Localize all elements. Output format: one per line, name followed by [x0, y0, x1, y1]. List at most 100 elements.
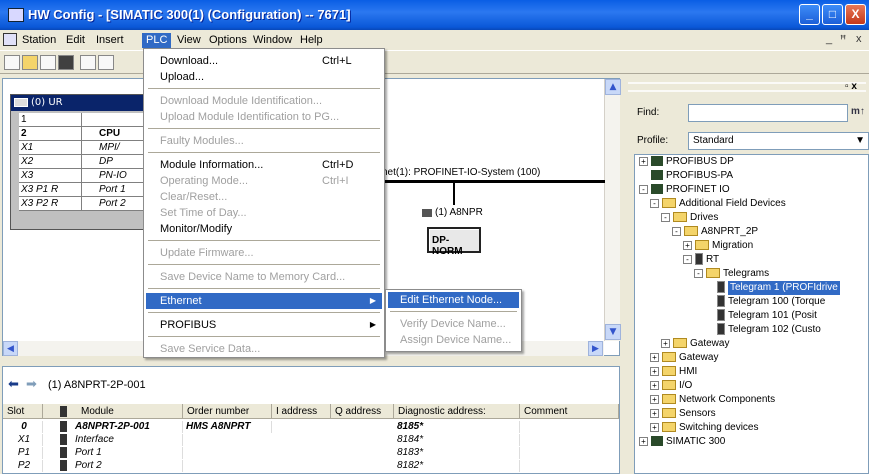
ethernet-submenu-item[interactable]: Edit Ethernet Node... — [388, 292, 519, 308]
scroll-down-button[interactable]: ▼ — [605, 324, 621, 340]
row-slot[interactable]: P1 — [3, 447, 43, 459]
catalog-close-button[interactable]: ▫ x — [845, 81, 857, 92]
find-next-icon[interactable]: m↑ — [851, 106, 865, 117]
tree-node[interactable]: - Telegrams — [639, 267, 868, 281]
catalog-grip[interactable] — [628, 82, 866, 92]
menu-station[interactable]: Station — [18, 33, 60, 48]
ethernet-submenu-item[interactable]: Verify Device Name... — [388, 316, 519, 332]
plc-menu-item[interactable]: Module Information... Ctrl+D — [146, 157, 382, 173]
row-module[interactable]: A8NPRT-2P-001 — [72, 421, 183, 433]
plc-menu-item[interactable]: Upload... — [146, 69, 382, 85]
row-diagnostic-address[interactable]: 8182* — [394, 460, 520, 472]
find-input[interactable] — [688, 104, 848, 122]
row-slot[interactable]: P2 — [3, 460, 43, 472]
plc-menu-item[interactable]: Operating Mode... Ctrl+I — [146, 173, 382, 189]
row-diagnostic-address[interactable]: 8183* — [394, 447, 520, 459]
collapse-icon[interactable]: - — [672, 226, 681, 236]
row-module[interactable]: Port 2 — [72, 460, 183, 472]
tree-node[interactable]: - Additional Field Devices — [639, 197, 868, 211]
rack[interactable]: (0) UR 1 2 CPU X1 MPI/ X2 DP X3 PN-IO X3 P1 … — [10, 94, 160, 230]
tree-node[interactable]: + PROFIBUS DP — [639, 155, 868, 169]
tree-node[interactable]: + Gateway — [639, 337, 868, 351]
col-i-address[interactable]: I address — [272, 404, 331, 419]
tree-node[interactable]: + Migration — [639, 239, 868, 253]
save-compile-icon[interactable] — [80, 55, 96, 70]
collapse-icon[interactable]: - — [694, 268, 703, 278]
row-slot[interactable]: 0 — [3, 421, 43, 433]
tree-node[interactable]: Telegram 100 (Torque — [639, 295, 868, 309]
tree-node[interactable]: - RT — [639, 253, 868, 267]
expand-icon[interactable]: + — [650, 380, 659, 390]
tree-node[interactable]: - A8NPRT_2P — [639, 225, 868, 239]
expand-icon[interactable]: + — [683, 240, 692, 250]
scroll-right-button[interactable]: ▶ — [588, 341, 603, 356]
expand-icon[interactable]: + — [639, 436, 648, 446]
minimize-button[interactable]: _ — [799, 4, 820, 25]
tree-node[interactable]: PROFIBUS-PA — [639, 169, 868, 183]
rack-slot-row[interactable]: X3 P1 R Port 1 — [19, 183, 159, 197]
mdi-restore-button[interactable]: ꟸ — [840, 33, 846, 46]
station-vertical-scrollbar[interactable]: ▲ ▼ — [604, 79, 621, 341]
row-order-number[interactable]: HMS A8NPRT — [183, 421, 272, 433]
col-comment[interactable]: Comment — [520, 404, 619, 419]
profinet-bus-line[interactable] — [380, 180, 605, 183]
collapse-icon[interactable]: - — [661, 212, 670, 222]
mdi-close-button[interactable]: x — [856, 33, 862, 45]
menu-insert[interactable]: Insert — [92, 33, 128, 48]
row-diagnostic-address[interactable]: 8184* — [394, 434, 520, 446]
plc-menu-item[interactable]: Set Time of Day... — [146, 205, 382, 221]
save-icon[interactable] — [58, 55, 74, 70]
plc-menu-item[interactable]: Update Firmware... — [146, 245, 382, 261]
new-icon[interactable] — [4, 55, 20, 70]
menu-view[interactable]: View — [173, 33, 205, 48]
plc-menu-item[interactable]: Upload Module Identification to PG... — [146, 109, 382, 125]
collapse-icon[interactable]: - — [639, 184, 648, 194]
tree-node[interactable]: Telegram 102 (Custo — [639, 323, 868, 337]
plc-menu-item[interactable]: Save Device Name to Memory Card... — [146, 269, 382, 285]
print-icon[interactable] — [98, 55, 114, 70]
document-icon[interactable] — [3, 33, 17, 46]
col-slot[interactable]: Slot — [3, 404, 43, 419]
maximize-button[interactable]: □ — [822, 4, 843, 25]
menu-window[interactable]: Window — [249, 33, 296, 48]
tree-node[interactable]: + SIMATIC 300 — [639, 435, 868, 449]
rack-slot-row[interactable]: X3 P2 R Port 2 — [19, 197, 159, 211]
close-button[interactable]: X — [845, 4, 866, 25]
row-module[interactable]: Interface — [72, 434, 183, 446]
collapse-icon[interactable]: - — [650, 198, 659, 208]
open-icon[interactable] — [22, 55, 38, 70]
tree-node[interactable]: + I/O — [639, 379, 868, 393]
back-arrow-icon[interactable]: ⬅ — [8, 378, 24, 391]
expand-icon[interactable]: + — [650, 408, 659, 418]
expand-icon[interactable]: + — [650, 366, 659, 376]
expand-icon[interactable]: + — [650, 394, 659, 404]
menu-edit[interactable]: Edit — [62, 33, 89, 48]
tree-node[interactable]: - PROFINET IO — [639, 183, 868, 197]
plc-menu-item[interactable]: Faulty Modules... — [146, 133, 382, 149]
row-slot[interactable]: X1 — [3, 434, 43, 446]
col-diagnostic-address[interactable]: Diagnostic address: — [394, 404, 520, 419]
expand-icon[interactable]: + — [650, 422, 659, 432]
expand-icon[interactable]: + — [650, 352, 659, 362]
menu-plc[interactable]: PLC — [142, 33, 172, 48]
rack-slot-row[interactable]: 1 — [19, 113, 159, 127]
plc-menu-item[interactable]: Ethernet ▶ — [146, 293, 382, 309]
tree-node[interactable]: - Drives — [639, 211, 868, 225]
plc-menu-item[interactable]: Download... Ctrl+L — [146, 53, 382, 69]
plc-menu-item[interactable]: Monitor/Modify — [146, 221, 382, 237]
profinet-system-label[interactable]: net(1): PROFINET-IO-System (100) — [382, 167, 540, 178]
mdi-minimize-button[interactable]: _ — [826, 33, 832, 45]
tree-node[interactable]: + HMI — [639, 365, 868, 379]
tree-node[interactable]: + Sensors — [639, 407, 868, 421]
menu-options[interactable]: Options — [205, 33, 251, 48]
device-label[interactable]: (1) A8NPR — [435, 207, 483, 218]
rack-slot-row[interactable]: 2 CPU — [19, 127, 159, 141]
expand-icon[interactable]: + — [661, 338, 670, 348]
tree-node[interactable]: + Network Components — [639, 393, 868, 407]
tree-node[interactable]: Telegram 101 (Posit — [639, 309, 868, 323]
io-device-box[interactable]: DP-NORM — [427, 227, 481, 257]
col-q-address[interactable]: Q address — [331, 404, 394, 419]
collapse-icon[interactable]: - — [683, 254, 692, 264]
scroll-up-button[interactable]: ▲ — [605, 79, 621, 95]
scroll-left-button[interactable]: ◀ — [3, 341, 18, 356]
